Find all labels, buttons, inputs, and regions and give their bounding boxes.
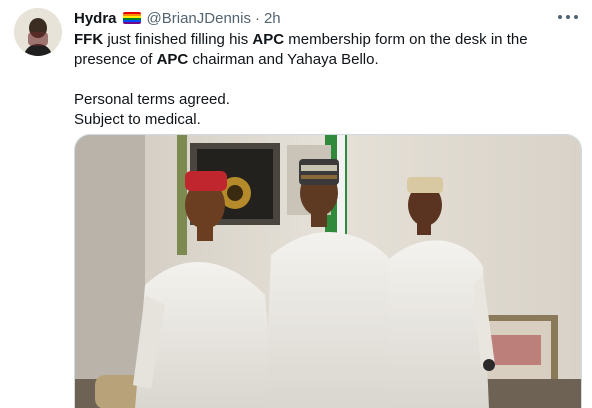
avatar[interactable] xyxy=(14,8,62,56)
tweet-paragraph-1: FFK just finished filling his APC member… xyxy=(74,30,574,70)
tweet-paragraph-2: Personal terms agreed. xyxy=(74,91,230,108)
more-options-icon[interactable] xyxy=(558,10,578,24)
text-bold-apc: APC xyxy=(252,31,285,48)
tweet-text: FFK just finished filling his APC member… xyxy=(74,30,574,130)
tweet: Hydra @BrianJDennis · 2h FFK just finish… xyxy=(0,0,592,408)
text-segment: just finished filling his xyxy=(103,31,253,48)
text-segment: chairman and Yahaya Bello. xyxy=(188,51,379,68)
author-handle[interactable]: @BrianJDennis xyxy=(147,10,251,27)
tweet-timestamp[interactable]: 2h xyxy=(264,10,281,27)
author-name[interactable]: Hydra xyxy=(74,10,117,27)
tweet-photo[interactable] xyxy=(74,134,582,408)
text-bold-ffk: FFK xyxy=(74,31,104,48)
separator-dot: · xyxy=(254,9,260,27)
rainbow-flag-icon xyxy=(122,12,141,24)
tweet-header: Hydra @BrianJDennis · 2h xyxy=(74,8,580,28)
tweet-paragraph-3: Subject to medical. xyxy=(74,111,201,128)
text-bold-apc: APC xyxy=(156,51,189,68)
